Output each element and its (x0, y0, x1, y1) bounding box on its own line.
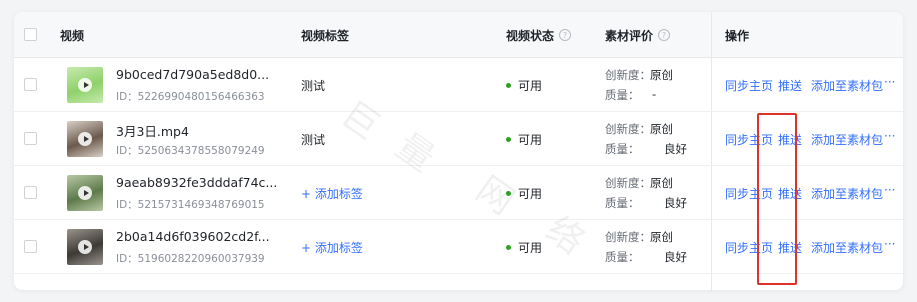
quality-label: 质量： (605, 250, 640, 264)
quality-value: - (652, 87, 657, 101)
play-icon[interactable] (78, 186, 92, 200)
video-tag: 测试 (301, 133, 326, 147)
novelty-row: 创新度： 原创 (605, 67, 673, 83)
push-link[interactable]: 推送 (778, 77, 802, 94)
more-icon[interactable]: ··· (884, 75, 895, 89)
more-icon[interactable]: ··· (884, 183, 895, 197)
evaluation-help-icon[interactable]: ? (658, 29, 671, 41)
row-checkbox[interactable] (24, 240, 37, 253)
sync-home-link[interactable]: 同步主页 (725, 77, 773, 94)
novelty-label: 创新度： (605, 68, 651, 82)
video-status: 可用 (506, 77, 542, 94)
header-video: 视频 (60, 28, 85, 43)
header-status-label: 视频状态 (506, 28, 555, 43)
quality-label: 质量： (605, 196, 640, 210)
video-id: ID：5196028220960037939 (116, 253, 265, 265)
add-tag-button[interactable]: + 添加标签 (301, 239, 363, 256)
quality-label: 质量： (605, 88, 640, 102)
header-tags: 视频标签 (301, 28, 350, 43)
video-id: ID：5226990480156466363 (116, 91, 265, 103)
add-to-pack-link[interactable]: 添加至素材包 (811, 131, 883, 148)
quality-row: 质量： 良好 (605, 141, 687, 157)
status-dot-icon (506, 245, 511, 250)
video-status: 可用 (506, 239, 542, 256)
video-name[interactable]: 2b0a14d6f039602cd2f... (116, 229, 270, 244)
video-status: 可用 (506, 131, 542, 148)
quality-row: 质量： 良好 (605, 249, 687, 265)
select-all-checkbox[interactable] (24, 28, 37, 41)
header-status: 视频状态 ? (506, 12, 572, 58)
more-icon[interactable]: ··· (884, 129, 895, 143)
novelty-value: 原创 (650, 122, 673, 136)
header-evaluation-label: 素材评价 (605, 28, 654, 43)
novelty-value: 原创 (650, 176, 673, 190)
header-evaluation: 素材评价 ? (605, 12, 671, 58)
quality-row: 质量： 良好 (605, 195, 687, 211)
quality-value: 良好 (664, 250, 687, 264)
quality-value: 良好 (664, 196, 687, 210)
table-header: 视频 视频标签 视频状态 ? 素材评价 ? 操作 (14, 12, 903, 58)
add-to-pack-link[interactable]: 添加至素材包 (811, 77, 883, 94)
row-checkbox[interactable] (24, 78, 37, 91)
status-help-icon[interactable]: ? (559, 29, 572, 41)
play-icon[interactable] (78, 132, 92, 146)
quality-label: 质量： (605, 142, 640, 156)
novelty-value: 原创 (650, 230, 673, 244)
video-name[interactable]: 9aeab8932fe3dddaf74c... (116, 175, 277, 190)
status-label: 可用 (518, 79, 543, 93)
push-highlight-box (757, 113, 797, 285)
status-dot-icon (506, 137, 511, 142)
novelty-label: 创新度： (605, 230, 651, 244)
add-to-pack-link[interactable]: 添加至素材包 (811, 239, 883, 256)
video-thumbnail[interactable] (67, 175, 103, 211)
quality-row: 质量： - (605, 87, 656, 103)
novelty-label: 创新度： (605, 176, 651, 190)
novelty-row: 创新度： 原创 (605, 229, 673, 245)
row-checkbox[interactable] (24, 186, 37, 199)
table-row: 9b0ced7d790a5ed8d0... ID：522699048015646… (14, 58, 903, 112)
quality-value: 良好 (664, 142, 687, 156)
novelty-row: 创新度： 原创 (605, 121, 673, 137)
row-checkbox[interactable] (24, 132, 37, 145)
video-tag: 测试 (301, 79, 326, 93)
more-icon[interactable]: ··· (884, 237, 895, 251)
add-to-pack-link[interactable]: 添加至素材包 (811, 185, 883, 202)
add-tag-button[interactable]: + 添加标签 (301, 185, 363, 202)
video-id: ID：5250634378558079249 (116, 145, 265, 157)
novelty-value: 原创 (650, 68, 673, 82)
play-icon[interactable] (78, 78, 92, 92)
novelty-label: 创新度： (605, 122, 651, 136)
novelty-row: 创新度： 原创 (605, 175, 673, 191)
video-name[interactable]: 3月3日.mp4 (116, 121, 189, 140)
play-icon[interactable] (78, 240, 92, 254)
video-thumbnail[interactable] (67, 121, 103, 157)
video-thumbnail[interactable] (67, 229, 103, 265)
header-operations: 操作 (725, 28, 750, 43)
video-id: ID：5215731469348769015 (116, 199, 265, 211)
status-dot-icon (506, 83, 511, 88)
status-label: 可用 (518, 133, 543, 147)
video-name[interactable]: 9b0ced7d790a5ed8d0... (116, 67, 269, 82)
video-thumbnail[interactable] (67, 67, 103, 103)
